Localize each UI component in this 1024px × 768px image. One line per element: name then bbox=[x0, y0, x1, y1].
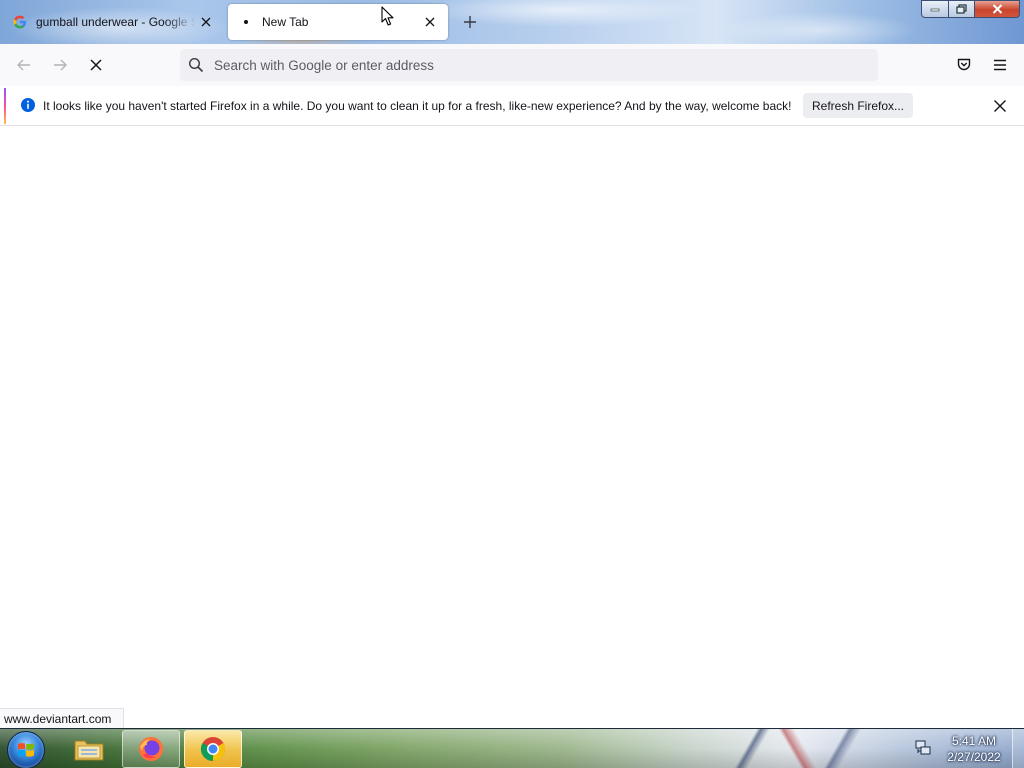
refresh-firefox-button[interactable]: Refresh Firefox... bbox=[803, 93, 913, 118]
network-tray-icon[interactable] bbox=[914, 739, 932, 757]
windows-logo-icon bbox=[18, 743, 34, 757]
pocket-button[interactable] bbox=[952, 53, 976, 77]
link-status-bar: www.deviantart.com bbox=[0, 708, 125, 728]
plus-icon bbox=[464, 16, 476, 28]
new-tab-button[interactable] bbox=[458, 10, 482, 34]
window-controls bbox=[921, 0, 1020, 18]
tab-strip: gumball underwear - Google Se New Tab bbox=[0, 0, 1024, 44]
clock-date: 2/27/2022 bbox=[947, 750, 1001, 764]
pocket-icon bbox=[957, 58, 971, 71]
info-icon bbox=[21, 98, 35, 112]
close-tab-icon[interactable] bbox=[420, 12, 440, 32]
firefox-icon bbox=[139, 737, 163, 761]
taskbar-firefox-button[interactable] bbox=[122, 730, 180, 768]
chrome-icon bbox=[200, 737, 226, 761]
notification-message: It looks like you haven't started Firefo… bbox=[43, 99, 792, 113]
minimize-button[interactable] bbox=[921, 0, 948, 18]
restore-button[interactable] bbox=[948, 0, 974, 18]
notification-accent-stripe bbox=[4, 88, 6, 124]
forward-button[interactable] bbox=[48, 53, 72, 77]
clock-time: 5:41 AM bbox=[951, 734, 997, 748]
app-menu-button[interactable] bbox=[988, 53, 1012, 77]
url-input[interactable] bbox=[214, 50, 878, 80]
page-content bbox=[0, 127, 1024, 728]
google-g-icon bbox=[12, 14, 28, 30]
close-tab-icon[interactable] bbox=[196, 12, 216, 32]
show-desktop-button[interactable] bbox=[1012, 729, 1024, 768]
close-icon bbox=[994, 100, 1006, 112]
taskbar-explorer-button[interactable] bbox=[60, 730, 118, 768]
back-button[interactable] bbox=[12, 53, 36, 77]
stop-x-icon bbox=[90, 59, 102, 71]
close-window-button[interactable] bbox=[974, 0, 1020, 18]
loading-dot-icon bbox=[238, 20, 254, 24]
windows-taskbar: 5:41 AM 2/27/2022 bbox=[0, 728, 1024, 768]
tab-title: New Tab bbox=[262, 15, 309, 29]
dismiss-notification-button[interactable] bbox=[990, 96, 1010, 116]
mouse-cursor-icon bbox=[381, 6, 394, 26]
refresh-firefox-notification: It looks like you haven't started Firefo… bbox=[0, 86, 1024, 126]
tab-title: gumball underwear - Google Se bbox=[36, 15, 196, 29]
windows-explorer-icon bbox=[74, 740, 104, 761]
back-arrow-icon bbox=[17, 59, 30, 71]
forward-arrow-icon bbox=[54, 59, 67, 71]
restore-icon bbox=[956, 4, 967, 14]
stop-button[interactable] bbox=[84, 53, 108, 77]
search-icon bbox=[188, 57, 204, 73]
tab-google-search[interactable]: gumball underwear - Google Se bbox=[2, 4, 224, 40]
navigation-toolbar bbox=[0, 44, 1024, 86]
close-icon bbox=[992, 4, 1002, 14]
minimize-icon bbox=[930, 8, 940, 12]
taskbar-clock[interactable]: 5:41 AM 2/27/2022 bbox=[938, 731, 1010, 767]
address-bar[interactable] bbox=[180, 49, 878, 81]
taskbar-chrome-button[interactable] bbox=[184, 730, 242, 768]
start-button[interactable] bbox=[7, 731, 45, 768]
tab-new-tab[interactable]: New Tab bbox=[228, 4, 448, 40]
hamburger-menu-icon bbox=[994, 59, 1006, 71]
